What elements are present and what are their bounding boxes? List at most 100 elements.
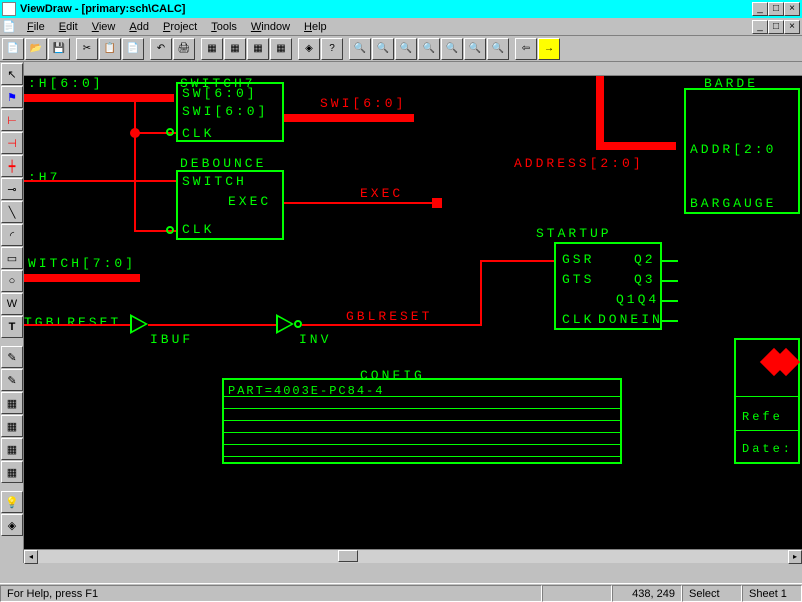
- pin-label: SWI[6:0]: [182, 104, 268, 119]
- text-tool[interactable]: T: [1, 316, 23, 338]
- app-icon: [2, 2, 16, 16]
- scroll-thumb[interactable]: [338, 550, 358, 562]
- pin-label: SWITCH: [182, 174, 247, 189]
- nav-button-2[interactable]: →: [538, 38, 560, 60]
- child-maximize-button[interactable]: □: [768, 20, 784, 34]
- invert-bubble: [166, 226, 174, 234]
- grid-tool-3[interactable]: ▦: [1, 438, 23, 460]
- circle-tool[interactable]: ○: [1, 270, 23, 292]
- scroll-right-button[interactable]: ▸: [788, 550, 802, 564]
- menu-window[interactable]: Window: [244, 19, 297, 35]
- bus-net: [284, 114, 414, 122]
- flag-tool[interactable]: ⚑: [1, 86, 23, 108]
- tool-button-3[interactable]: ▦: [247, 38, 269, 60]
- tool-button-6[interactable]: ?: [321, 38, 343, 60]
- workspace: ↖ ⚑ ⊢ ⊣ ┿ ⊸ ╲ ◜ ▭ ○ W T ✎ ✎ ▦ ▦ ▦ ▦ 💡 ◈ …: [0, 62, 802, 563]
- tool-button-5[interactable]: ◈: [298, 38, 320, 60]
- tool-button-2[interactable]: ▦: [224, 38, 246, 60]
- config-row-line: [222, 408, 622, 409]
- bus-net: [24, 274, 140, 282]
- wire-net: [480, 260, 482, 326]
- net-tool[interactable]: ⊢: [1, 109, 23, 131]
- nav-button-1[interactable]: ⇦: [515, 38, 537, 60]
- pin-label: SW[6:0]: [182, 86, 258, 101]
- pin-label: CLK: [182, 126, 214, 141]
- status-mode: Select: [682, 585, 742, 602]
- tool-button-1[interactable]: ▦: [201, 38, 223, 60]
- cut-button[interactable]: ✂: [76, 38, 98, 60]
- new-button[interactable]: 📄: [2, 38, 24, 60]
- pin-label: GSR: [562, 252, 594, 267]
- wire-net: [134, 98, 136, 232]
- undo-button[interactable]: ↶: [150, 38, 172, 60]
- bulb-tool[interactable]: 💡: [1, 491, 23, 513]
- net-label: EXEC: [360, 186, 403, 201]
- zoom-out-button[interactable]: 🔍: [372, 38, 394, 60]
- save-button[interactable]: 💾: [48, 38, 70, 60]
- child-close-button[interactable]: ×: [784, 20, 800, 34]
- select-tool[interactable]: ↖: [1, 63, 23, 85]
- bus-net: [596, 142, 676, 150]
- wire-net: [302, 324, 482, 326]
- ruler-horizontal: [24, 62, 802, 76]
- menu-bar: 📄 FileEditViewAddProjectToolsWindowHelp …: [0, 18, 802, 36]
- config-row-line: [222, 444, 622, 445]
- scroll-track[interactable]: [38, 550, 788, 563]
- maximize-button[interactable]: □: [768, 2, 784, 16]
- menu-file[interactable]: File: [20, 19, 52, 35]
- copy-button[interactable]: 📋: [99, 38, 121, 60]
- menu-tools[interactable]: Tools: [204, 19, 244, 35]
- paste-button[interactable]: 📄: [122, 38, 144, 60]
- zoom-button-4[interactable]: 🔍: [418, 38, 440, 60]
- pin-label: BARGAUGE: [690, 196, 776, 211]
- scroll-left-button[interactable]: ◂: [24, 550, 38, 564]
- pin-stub: [662, 320, 678, 322]
- pin-stub: [662, 260, 678, 262]
- titleblock-date: Date:: [742, 442, 793, 456]
- zoom-button-6[interactable]: 🔍: [464, 38, 486, 60]
- main-toolbar: 📄 📂 💾 ✂ 📋 📄 ↶ 🖨 ▦ ▦ ▦ ▦ ◈ ? 🔍 🔍 🔍 🔍 🔍 🔍 …: [0, 36, 802, 62]
- net-label: SWI[6:0]: [320, 96, 406, 111]
- arc-tool[interactable]: ◜: [1, 224, 23, 246]
- grid-tool-1[interactable]: ▦: [1, 392, 23, 414]
- open-button[interactable]: 📂: [25, 38, 47, 60]
- junction-tool[interactable]: ┿: [1, 155, 23, 177]
- close-button[interactable]: ×: [784, 2, 800, 16]
- pin-tool[interactable]: ⊸: [1, 178, 23, 200]
- config-row-line: [222, 456, 622, 457]
- schematic-canvas[interactable]: :H[6:0] SWITCH7 SW[6:0] SWI[6:0] CLK SWI…: [24, 76, 802, 549]
- zoom-in-button[interactable]: 🔍: [349, 38, 371, 60]
- bus-net: [596, 76, 604, 150]
- scrollbar-horizontal[interactable]: ◂ ▸: [24, 549, 802, 563]
- pin-label: ADDR[2:0: [690, 142, 776, 157]
- misc-tool[interactable]: ◈: [1, 514, 23, 536]
- minimize-button[interactable]: _: [752, 2, 768, 16]
- menu-project[interactable]: Project: [156, 19, 204, 35]
- status-coords: 438, 249: [612, 585, 682, 602]
- edit-tool-2[interactable]: ✎: [1, 369, 23, 391]
- grid-tool-2[interactable]: ▦: [1, 415, 23, 437]
- menu-help[interactable]: Help: [297, 19, 334, 35]
- menu-edit[interactable]: Edit: [52, 19, 85, 35]
- grid-tool-4[interactable]: ▦: [1, 461, 23, 483]
- zoom-button-5[interactable]: 🔍: [441, 38, 463, 60]
- menu-view[interactable]: View: [85, 19, 123, 35]
- title-bar: ViewDraw - [primary:sch\CALC] _ □ ×: [0, 0, 802, 18]
- wire-net: [480, 260, 556, 262]
- print-button[interactable]: 🖨: [173, 38, 195, 60]
- menu-add[interactable]: Add: [122, 19, 156, 35]
- edit-tool-1[interactable]: ✎: [1, 346, 23, 368]
- wire-net: [148, 324, 276, 326]
- pin-label: Q2: [634, 252, 656, 267]
- zoom-button-7[interactable]: 🔍: [487, 38, 509, 60]
- child-minimize-button[interactable]: _: [752, 20, 768, 34]
- tool-button-4[interactable]: ▦: [270, 38, 292, 60]
- rect-tool[interactable]: ▭: [1, 247, 23, 269]
- poly-tool[interactable]: W: [1, 293, 23, 315]
- row-line: [734, 430, 800, 431]
- zoom-button-3[interactable]: 🔍: [395, 38, 417, 60]
- line-tool[interactable]: ╲: [1, 201, 23, 223]
- status-help: For Help, press F1: [0, 585, 542, 602]
- pin-label: Q1Q4: [616, 292, 659, 307]
- bus-tool[interactable]: ⊣: [1, 132, 23, 154]
